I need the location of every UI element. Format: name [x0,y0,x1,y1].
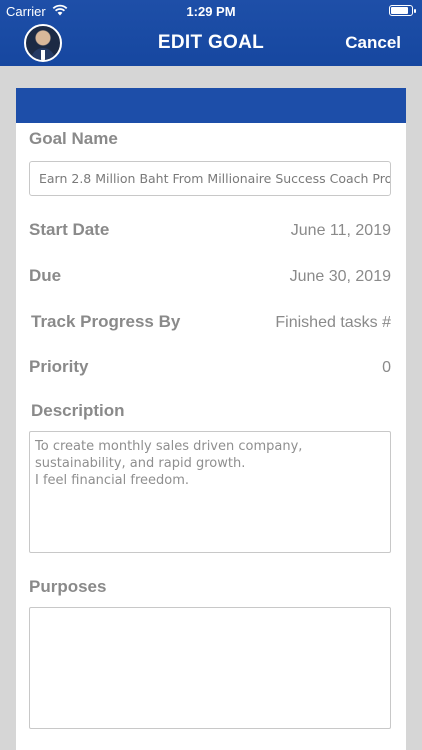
due-label: Due [29,266,62,285]
priority-label: Priority [29,357,89,376]
cancel-button[interactable]: Cancel [345,33,401,53]
goal-form: Goal Name Earn 2.8 Million Baht From Mil… [16,123,406,750]
start-date-value[interactable]: June 11, 2019 [291,222,391,240]
goal-name-label: Goal Name [29,129,118,148]
status-time: 1:29 PM [186,4,236,19]
battery-icon [389,5,416,16]
status-bar: Carrier 1:29 PM [0,0,422,22]
battery-fill [391,7,409,14]
priority-value[interactable]: 0 [382,359,391,377]
description-textarea[interactable]: To create monthly sales driven company, … [29,431,391,553]
purposes-textarea[interactable] [29,607,391,729]
goal-name-field[interactable]: Earn 2.8 Million Baht From Millionaire S… [29,161,391,196]
track-progress-value[interactable]: Finished tasks # [275,314,391,332]
description-label: Description [31,401,125,420]
track-progress-label: Track Progress By [31,312,181,331]
start-date-label: Start Date [29,220,110,239]
card-header [16,88,406,123]
purposes-label: Purposes [29,577,107,596]
due-date-value[interactable]: June 30, 2019 [290,268,391,286]
nav-bar: Carrier 1:29 PM EDIT GOAL Cancel [0,0,422,66]
